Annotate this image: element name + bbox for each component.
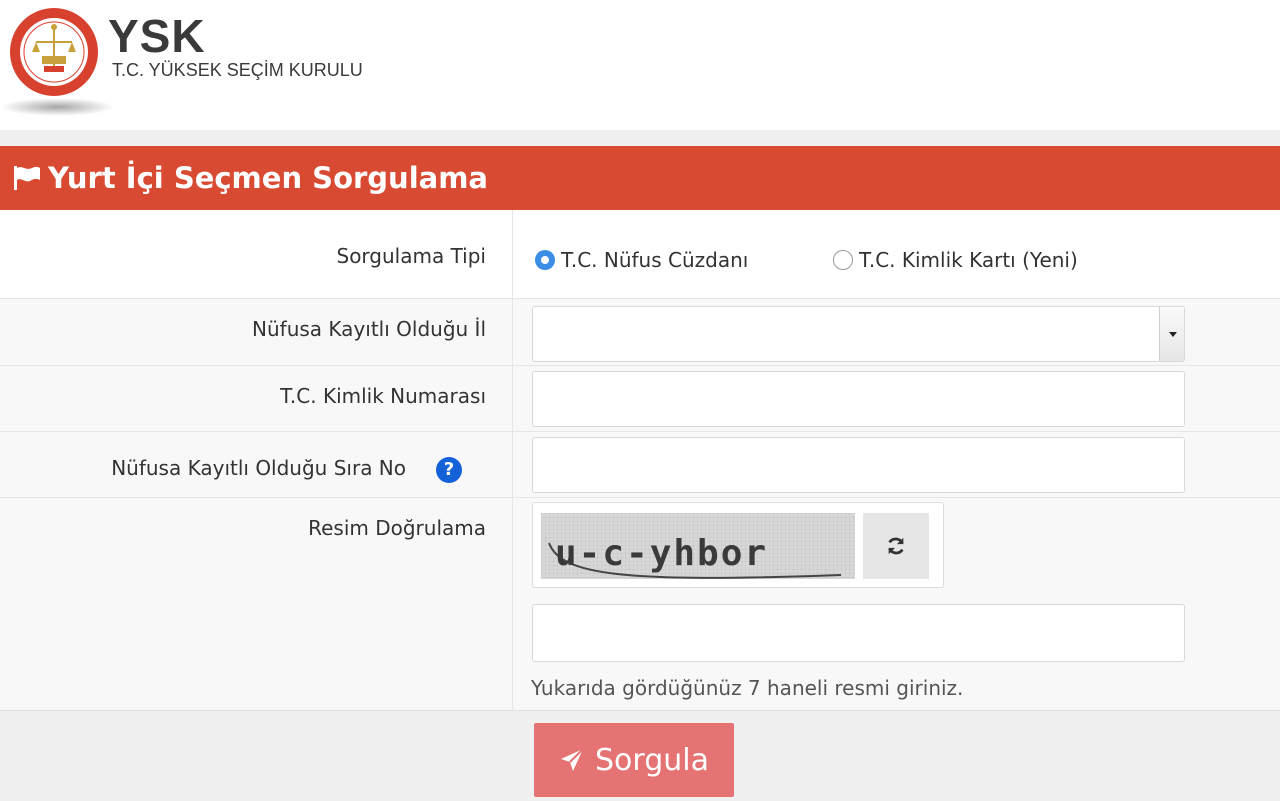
logo-title[interactable]: YSK bbox=[108, 10, 206, 62]
captcha-label: Resim Doğrulama bbox=[308, 516, 486, 540]
chevron-down-icon bbox=[1169, 332, 1177, 337]
logo-subtitle: T.C. YÜKSEK SEÇİM KURULU bbox=[112, 60, 363, 80]
captcha-hint: Yukarıda gördüğünüz 7 haneli resmi girin… bbox=[531, 676, 964, 700]
radio-unchecked-icon[interactable] bbox=[833, 250, 853, 270]
captcha-input[interactable] bbox=[532, 604, 1185, 662]
sira-no-row: Nüfusa Kayıtlı Olduğu Sıra No ? bbox=[0, 432, 1280, 498]
label-cell: Nüfusa Kayıtlı Olduğu Sıra No ? bbox=[0, 432, 513, 497]
select-toggle[interactable] bbox=[1159, 307, 1184, 361]
query-type-row: Sorgulama Tipi T.C. Nüfus Cüzdanı T.C. K… bbox=[0, 210, 1280, 299]
question-circle-icon[interactable]: ? bbox=[436, 457, 462, 483]
field-cell: T.C. Nüfus Cüzdanı T.C. Kimlik Kartı (Ye… bbox=[513, 210, 1280, 298]
field-cell bbox=[513, 366, 1280, 431]
field-cell bbox=[513, 432, 1280, 497]
province-row: Nüfusa Kayıtlı Olduğu İl bbox=[0, 299, 1280, 366]
panel-title: Yurt İçi Seçmen Sorgulama bbox=[48, 161, 488, 195]
site-header: YSK T.C. YÜKSEK SEÇİM KURULU bbox=[0, 0, 1280, 130]
flag-icon bbox=[14, 166, 40, 190]
radio-nufus-cuzdani[interactable]: T.C. Nüfus Cüzdanı bbox=[535, 248, 748, 272]
logo-shadow bbox=[0, 98, 115, 116]
radio-kimlik-karti[interactable]: T.C. Kimlik Kartı (Yeni) bbox=[833, 248, 1078, 272]
radio-kimlik-karti-label: T.C. Kimlik Kartı (Yeni) bbox=[859, 248, 1078, 272]
label-cell: T.C. Kimlik Numarası bbox=[0, 366, 513, 431]
province-select[interactable] bbox=[532, 306, 1185, 362]
captcha-row: Resim Doğrulama u-c-yhbor Yukarıda gördü… bbox=[0, 498, 1280, 710]
radio-checked-icon[interactable] bbox=[535, 250, 555, 270]
field-cell: u-c-yhbor Yukarıda gördüğünüz 7 haneli r… bbox=[513, 498, 1280, 710]
header-divider bbox=[0, 130, 1280, 146]
field-cell bbox=[513, 299, 1280, 365]
sorgula-label: Sorgula bbox=[595, 742, 709, 778]
sorgula-button[interactable]: Sorgula bbox=[534, 723, 734, 797]
query-type-label: Sorgulama Tipi bbox=[336, 244, 487, 268]
paper-plane-icon bbox=[561, 748, 584, 771]
province-label: Nüfusa Kayıtlı Olduğu İl bbox=[252, 317, 486, 341]
sira-no-input[interactable] bbox=[532, 437, 1185, 493]
ysk-seal-logo[interactable] bbox=[8, 6, 100, 98]
captcha-image: u-c-yhbor bbox=[541, 513, 855, 579]
label-cell: Sorgulama Tipi bbox=[0, 210, 513, 298]
refresh-icon bbox=[888, 537, 904, 555]
captcha-text: u-c-yhbor bbox=[555, 533, 768, 574]
form-footer: Sorgula bbox=[0, 710, 1280, 801]
sira-no-label: Nüfusa Kayıtlı Olduğu Sıra No bbox=[111, 456, 406, 480]
tc-number-input[interactable] bbox=[532, 371, 1185, 427]
radio-nufus-cuzdani-label: T.C. Nüfus Cüzdanı bbox=[561, 248, 749, 272]
label-cell: Nüfusa Kayıtlı Olduğu İl bbox=[0, 299, 513, 365]
captcha-box: u-c-yhbor bbox=[532, 502, 944, 588]
panel-title-bar: Yurt İçi Seçmen Sorgulama bbox=[0, 146, 1280, 210]
label-cell: Resim Doğrulama bbox=[0, 498, 513, 710]
tc-number-row: T.C. Kimlik Numarası bbox=[0, 366, 1280, 432]
captcha-refresh-button[interactable] bbox=[863, 513, 929, 579]
tc-number-label: T.C. Kimlik Numarası bbox=[280, 384, 486, 408]
